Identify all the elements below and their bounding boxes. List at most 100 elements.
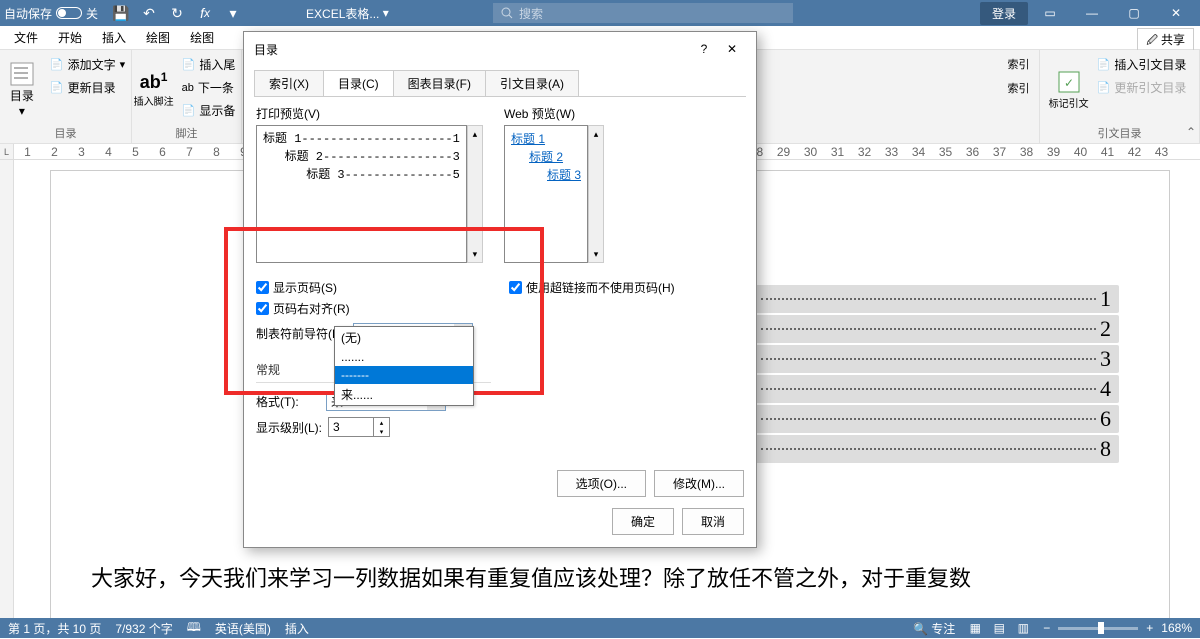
leader-option-none[interactable]: (无) xyxy=(335,327,473,348)
dialog-tabs: 索引(X) 目录(C) 图表目录(F) 引文目录(A) xyxy=(244,66,756,96)
show-notes-button[interactable]: 📄 显示备 xyxy=(178,100,240,121)
tab-draw[interactable]: 绘图 xyxy=(136,25,180,50)
search-icon xyxy=(501,7,513,19)
status-spellcheck-icon[interactable]: 🕮 xyxy=(187,618,201,639)
search-bar[interactable]: 搜索 xyxy=(493,3,793,23)
print-preview-scrollbar[interactable]: ▴▾ xyxy=(467,125,483,263)
toc-button[interactable]: 目录 ▾ xyxy=(2,54,42,124)
doc-toc-row: 1 xyxy=(749,285,1119,313)
update-citation-toc-button[interactable]: 📄 更新引文目录 xyxy=(1093,77,1191,98)
undo-icon[interactable]: ↶ xyxy=(136,1,162,25)
show-pagenum-checkbox[interactable] xyxy=(256,281,269,294)
insert-footnote-label: 插入脚注 xyxy=(134,93,174,108)
title-bar: 自动保存 关 💾 ↶ ↻ fx ▾ EXCEL表格... ▾ 搜索 登录 ▭ —… xyxy=(0,0,1200,26)
search-placeholder: 搜索 xyxy=(519,5,543,22)
insert-footnote-button[interactable]: ab1 插入脚注 xyxy=(134,54,174,124)
dialog-tab-authorities[interactable]: 引文目录(A) xyxy=(485,70,579,96)
modify-button[interactable]: 修改(M)... xyxy=(654,470,744,497)
leader-option-last[interactable]: 来...... xyxy=(335,384,473,405)
tab-file[interactable]: 文件 xyxy=(4,25,48,50)
index-item1[interactable]: 索引 xyxy=(1004,54,1034,74)
doc-toc-row: 6 xyxy=(749,405,1119,433)
dialog-help-icon[interactable]: ? xyxy=(690,38,718,60)
leader-option-dashes[interactable]: ------- xyxy=(335,366,473,384)
tab-insert[interactable]: 插入 xyxy=(92,25,136,50)
print-preview-label: 打印预览(V) xyxy=(256,105,496,122)
save-icon[interactable]: 💾 xyxy=(108,1,134,25)
status-page[interactable]: 第 1 页，共 10 页 xyxy=(8,620,101,637)
login-button[interactable]: 登录 xyxy=(980,2,1028,25)
dialog-close-icon[interactable]: ✕ xyxy=(718,38,746,60)
status-language[interactable]: 英语(美国) xyxy=(215,620,271,637)
view-print-icon[interactable]: ▤ xyxy=(987,619,1011,637)
view-web-icon[interactable]: ▥ xyxy=(1011,619,1035,637)
redo-icon[interactable]: ↻ xyxy=(164,1,190,25)
tab-home[interactable]: 开始 xyxy=(48,25,92,50)
ribbon-display-icon[interactable]: ▭ xyxy=(1030,0,1070,26)
status-focus[interactable]: 🔍 专注 xyxy=(913,620,955,637)
ribbon-group-toc-label: 目录 xyxy=(55,125,77,141)
doc-body-text: 大家好，今天我们来学习一列数据如果有重复值应该处理？除了放任不管之外，对于重复数 xyxy=(91,561,1129,596)
zoom-out-icon[interactable]: − xyxy=(1043,621,1050,635)
use-hyperlinks-checkbox[interactable] xyxy=(509,281,522,294)
levels-spinner[interactable]: ▴▾ xyxy=(328,417,390,437)
levels-input[interactable] xyxy=(329,418,373,436)
collapse-ribbon-icon[interactable]: ⌃ xyxy=(1186,125,1196,139)
minimize-icon[interactable]: — xyxy=(1072,0,1112,26)
vertical-ruler xyxy=(0,160,14,618)
autosave-toggle[interactable] xyxy=(56,7,82,19)
document-title: EXCEL表格... ▾ xyxy=(246,5,493,22)
ribbon-group-toc: 目录 ▾ 📄 添加文字 ▾ 📄 更新目录 目录 xyxy=(0,50,132,143)
doc-toc-list: 123468 xyxy=(749,283,1119,465)
dialog-tab-toc[interactable]: 目录(C) xyxy=(323,70,394,96)
status-mode[interactable]: 插入 xyxy=(285,620,309,637)
dialog-titlebar: 目录 ? ✕ xyxy=(244,32,756,66)
format-label: 格式(T): xyxy=(256,393,320,410)
update-toc-button[interactable]: 📄 更新目录 xyxy=(46,77,129,98)
zoom-in-icon[interactable]: + xyxy=(1146,621,1153,635)
right-align-label: 页码右对齐(R) xyxy=(273,300,350,317)
add-text-button[interactable]: 📄 添加文字 ▾ xyxy=(46,54,129,75)
ok-button[interactable]: 确定 xyxy=(612,508,674,535)
zoom-slider[interactable] xyxy=(1058,627,1138,630)
ribbon-group-index: 索引 索引 xyxy=(998,50,1040,143)
leader-option-dots[interactable]: ....... xyxy=(335,348,473,366)
ribbon-group-citation: ✓ 标记引文 📄 插入引文目录 📄 更新引文目录 引文目录 xyxy=(1040,50,1200,143)
ribbon-group-citation-label: 引文目录 xyxy=(1098,125,1142,141)
leader-dropdown-list: (无) ....... ------- 来...... xyxy=(334,326,474,406)
print-preview-box: 标题 1---------------------1 标题 2---------… xyxy=(256,125,467,263)
mark-citation-button[interactable]: ✓ 标记引文 xyxy=(1049,54,1089,124)
cancel-button[interactable]: 取消 xyxy=(682,508,744,535)
qat-dropdown-icon[interactable]: ▾ xyxy=(220,1,246,25)
insert-citation-toc-button[interactable]: 📄 插入引文目录 xyxy=(1093,54,1191,75)
insert-endnote-button[interactable]: 📄 插入尾 xyxy=(178,54,240,75)
status-words[interactable]: 7/932 个字 xyxy=(115,620,172,637)
doc-toc-row: 8 xyxy=(749,435,1119,463)
toc-dialog: 目录 ? ✕ 索引(X) 目录(C) 图表目录(F) 引文目录(A) 打印预览(… xyxy=(243,31,757,548)
fx-icon[interactable]: fx xyxy=(192,1,218,25)
doc-toc-row: 2 xyxy=(749,315,1119,343)
close-icon[interactable]: ✕ xyxy=(1156,0,1196,26)
web-preview-box: 标题 1标题 2标题 3 xyxy=(504,125,588,263)
web-preview-label: Web 预览(W) xyxy=(504,105,744,122)
options-button[interactable]: 选项(O)... xyxy=(557,470,646,497)
dialog-tab-index[interactable]: 索引(X) xyxy=(254,70,324,96)
use-hyperlinks-label: 使用超链接而不使用页码(H) xyxy=(526,279,675,296)
autosave-label: 自动保存 xyxy=(4,5,52,22)
dialog-title-text: 目录 xyxy=(254,41,278,58)
status-bar: 第 1 页，共 10 页 7/932 个字 🕮 英语(美国) 插入 🔍 专注 ▦… xyxy=(0,618,1200,638)
zoom-level[interactable]: 168% xyxy=(1161,621,1192,635)
next-footnote-button[interactable]: ab 下一条 xyxy=(178,77,240,98)
levels-down-icon[interactable]: ▾ xyxy=(373,427,389,436)
view-read-icon[interactable]: ▦ xyxy=(963,619,987,637)
right-align-checkbox[interactable] xyxy=(256,302,269,315)
toc-button-label: 目录 xyxy=(10,87,34,104)
doc-toc-row: 3 xyxy=(749,345,1119,373)
index-item2[interactable]: 索引 xyxy=(1004,78,1034,98)
dialog-tab-figures[interactable]: 图表目录(F) xyxy=(393,70,486,96)
levels-label: 显示级别(L): xyxy=(256,419,322,436)
levels-up-icon[interactable]: ▴ xyxy=(373,418,389,427)
web-preview-scrollbar[interactable]: ▴▾ xyxy=(588,125,604,263)
maximize-icon[interactable]: ▢ xyxy=(1114,0,1154,26)
tab-draw2[interactable]: 绘图 xyxy=(180,25,224,50)
